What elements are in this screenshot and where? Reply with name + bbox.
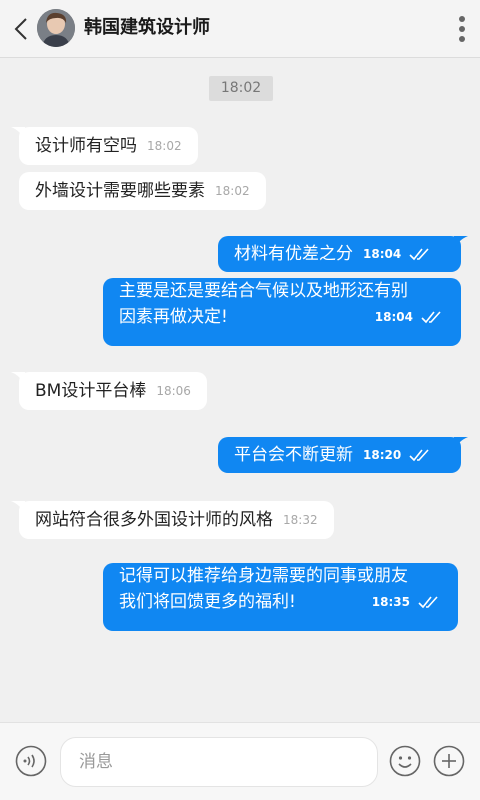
message-text: 外墙设计需要哪些要素 xyxy=(35,181,205,201)
time-divider: 18:02 xyxy=(209,76,273,101)
message-input[interactable] xyxy=(61,738,377,786)
bubble-tail xyxy=(11,501,25,515)
chevron-left-icon[interactable] xyxy=(12,16,32,42)
message-text-line2: 我们将回馈更多的福利! xyxy=(119,592,296,612)
avatar[interactable] xyxy=(37,9,75,47)
message-incoming[interactable]: BM设计平台棒 18:06 xyxy=(19,372,207,410)
message-text-line2: 因素再做决定! xyxy=(119,307,228,327)
bubble-tail xyxy=(11,372,25,386)
bubble-tail xyxy=(454,437,468,451)
message-outgoing[interactable]: 记得可以推荐给身边需要的同事或朋友 我们将回馈更多的福利! 18:35 xyxy=(103,563,458,631)
message-time: 18:02 xyxy=(215,184,250,198)
message-input-box[interactable] xyxy=(60,737,378,787)
message-time: 18:02 xyxy=(147,139,182,153)
message-text: 网站符合很多外国设计师的风格 xyxy=(35,510,273,530)
emoji-icon[interactable] xyxy=(389,745,421,777)
double-check-icon xyxy=(409,248,429,261)
message-text: 平台会不断更新 xyxy=(234,445,353,465)
double-check-icon xyxy=(418,596,438,609)
message-incoming[interactable]: 网站符合很多外国设计师的风格 18:32 xyxy=(19,501,334,539)
message-incoming[interactable]: 外墙设计需要哪些要素 18:02 xyxy=(19,172,266,210)
message-time: 18:04 xyxy=(363,247,402,261)
chat-title: 韩国建筑设计师 xyxy=(84,17,210,38)
chat-header: 韩国建筑设计师 xyxy=(0,0,480,58)
message-text: 设计师有空吗 xyxy=(35,136,137,156)
message-time: 18:20 xyxy=(363,448,402,462)
message-time: 18:04 xyxy=(374,310,413,324)
message-incoming[interactable]: 设计师有空吗 18:02 xyxy=(19,127,198,165)
message-outgoing[interactable]: 主要是还是要结合气候以及地形还有别 因素再做决定! 18:04 xyxy=(103,278,461,346)
message-time: 18:06 xyxy=(156,384,191,398)
bubble-tail xyxy=(11,127,25,141)
more-vertical-icon[interactable] xyxy=(452,14,472,44)
composer-bar xyxy=(0,722,480,800)
double-check-icon xyxy=(409,449,429,462)
message-text-line1: 记得可以推荐给身边需要的同事或朋友 xyxy=(119,566,408,586)
message-text-line1: 主要是还是要结合气候以及地形还有别 xyxy=(119,281,408,301)
bubble-tail xyxy=(454,236,468,250)
message-text: BM设计平台棒 xyxy=(35,381,147,401)
message-time: 18:32 xyxy=(283,513,318,527)
message-time: 18:35 xyxy=(371,595,410,609)
message-outgoing[interactable]: 材料有优差之分 18:04 xyxy=(218,236,461,272)
voice-icon[interactable] xyxy=(15,745,47,777)
message-outgoing[interactable]: 平台会不断更新 18:20 xyxy=(218,437,461,473)
message-text: 材料有优差之分 xyxy=(234,244,353,264)
plus-icon[interactable] xyxy=(433,745,465,777)
double-check-icon xyxy=(421,311,441,324)
